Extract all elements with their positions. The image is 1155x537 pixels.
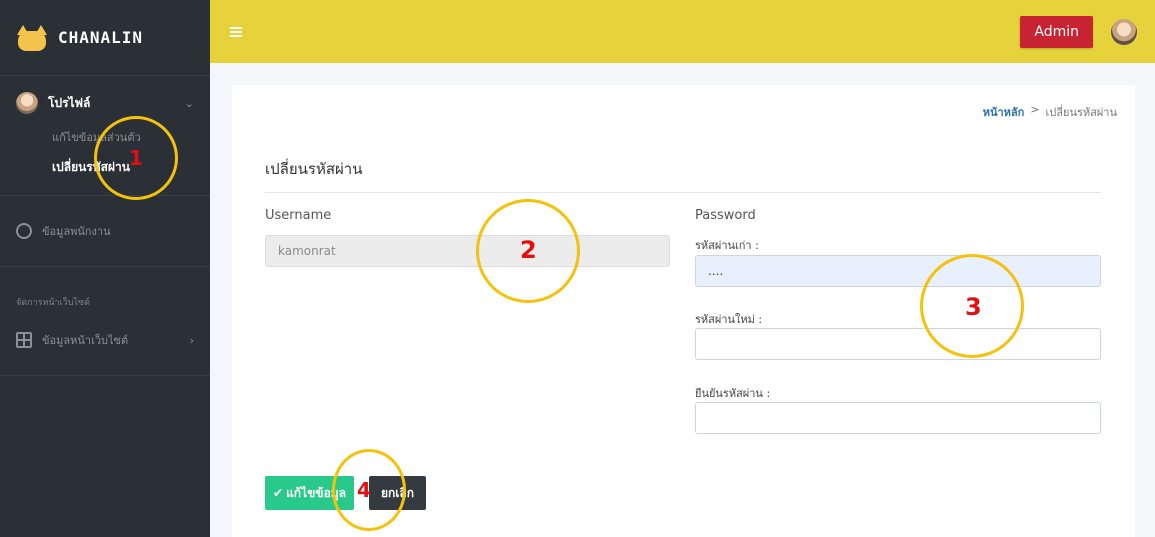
brand-header[interactable]: CHANALIN <box>0 0 210 76</box>
sidebar-item-website[interactable]: ข้อมูลหน้าเว็บไซต์ › <box>0 317 210 375</box>
chevron-down-icon: ⌄ <box>184 96 194 110</box>
confirm-password-field[interactable] <box>695 402 1101 434</box>
topbar: Admin <box>210 0 1155 63</box>
breadcrumb-current: เปลี่ยนรหัสผ่าน <box>1045 106 1117 119</box>
breadcrumb-home-link[interactable]: หน้าหลัก <box>983 103 1025 121</box>
sidebar-item-label: ข้อมูลพนักงาน <box>42 225 111 238</box>
annotation-number-2: 2 <box>520 236 537 264</box>
sidebar-item-employees[interactable]: ข้อมูลพนักงาน <box>0 196 210 266</box>
sidebar-item-label: โปรไฟล์ <box>48 95 91 110</box>
change-password-card: หน้าหลัก > เปลี่ยนรหัสผ่าน เปลี่ยนรหัสผ่… <box>232 85 1135 537</box>
menu-toggle-icon[interactable] <box>230 26 242 37</box>
new-password-label: รหัสผ่านใหม่ : <box>695 313 763 326</box>
old-password-field[interactable] <box>695 255 1101 287</box>
sidebar-item-edit-profile[interactable]: แก้ไขข้อมูลส่วนตัว <box>0 122 210 152</box>
old-password-label: รหัสผ่านเก่า : <box>695 239 759 252</box>
password-label: Password <box>695 208 756 223</box>
user-avatar[interactable] <box>1111 19 1137 45</box>
cancel-button[interactable]: ยกเลิก <box>369 476 427 510</box>
brand-name: CHANALIN <box>58 28 144 47</box>
profile-menu: โปรไฟล์ ⌄ แก้ไขข้อมูลส่วนตัว เปลี่ยนรหัส… <box>0 76 210 196</box>
table-grid-icon <box>16 332 32 348</box>
new-password-field[interactable] <box>695 328 1101 360</box>
sidebar: CHANALIN โปรไฟล์ ⌄ แก้ไขข้อมูลส่วนตัว เป… <box>0 0 210 537</box>
sidebar-item-profile[interactable]: โปรไฟล์ ⌄ <box>0 76 210 122</box>
sidebar-item-change-password[interactable]: เปลี่ยนรหัสผ่าน <box>0 152 210 195</box>
sidebar-item-label: ข้อมูลหน้าเว็บไซต์ <box>42 334 129 347</box>
divider <box>265 192 1101 193</box>
username-field[interactable] <box>265 235 670 267</box>
annotation-number-1: 1 <box>129 146 143 170</box>
annotation-number-3: 3 <box>965 293 982 321</box>
username-label: Username <box>265 208 332 223</box>
website-menu: จัดการหน้าเว็บไซต์ ข้อมูลหน้าเว็บไซต์ › <box>0 267 210 376</box>
user-circle-icon <box>16 223 32 239</box>
employee-menu: ข้อมูลพนักงาน <box>0 196 210 267</box>
confirm-password-label: ยืนยันรหัสผ่าน : <box>695 387 771 400</box>
breadcrumb-separator: > <box>1030 103 1040 116</box>
avatar <box>16 92 38 114</box>
page-title: เปลี่ยนรหัสผ่าน <box>265 160 363 178</box>
cat-logo-icon <box>16 24 48 51</box>
sidebar-section-title: จัดการหน้าเว็บไซต์ <box>16 298 90 308</box>
annotation-number-4: 4 <box>357 478 371 502</box>
admin-button[interactable]: Admin <box>1020 16 1093 48</box>
chevron-right-icon: › <box>189 333 194 347</box>
save-button[interactable]: ✔ แก้ไขข้อมูล <box>265 476 354 510</box>
checkmark-icon: ✔ <box>273 486 284 500</box>
save-button-label: แก้ไขข้อมูล <box>286 485 346 500</box>
breadcrumb: หน้าหลัก > เปลี่ยนรหัสผ่าน <box>983 103 1117 121</box>
